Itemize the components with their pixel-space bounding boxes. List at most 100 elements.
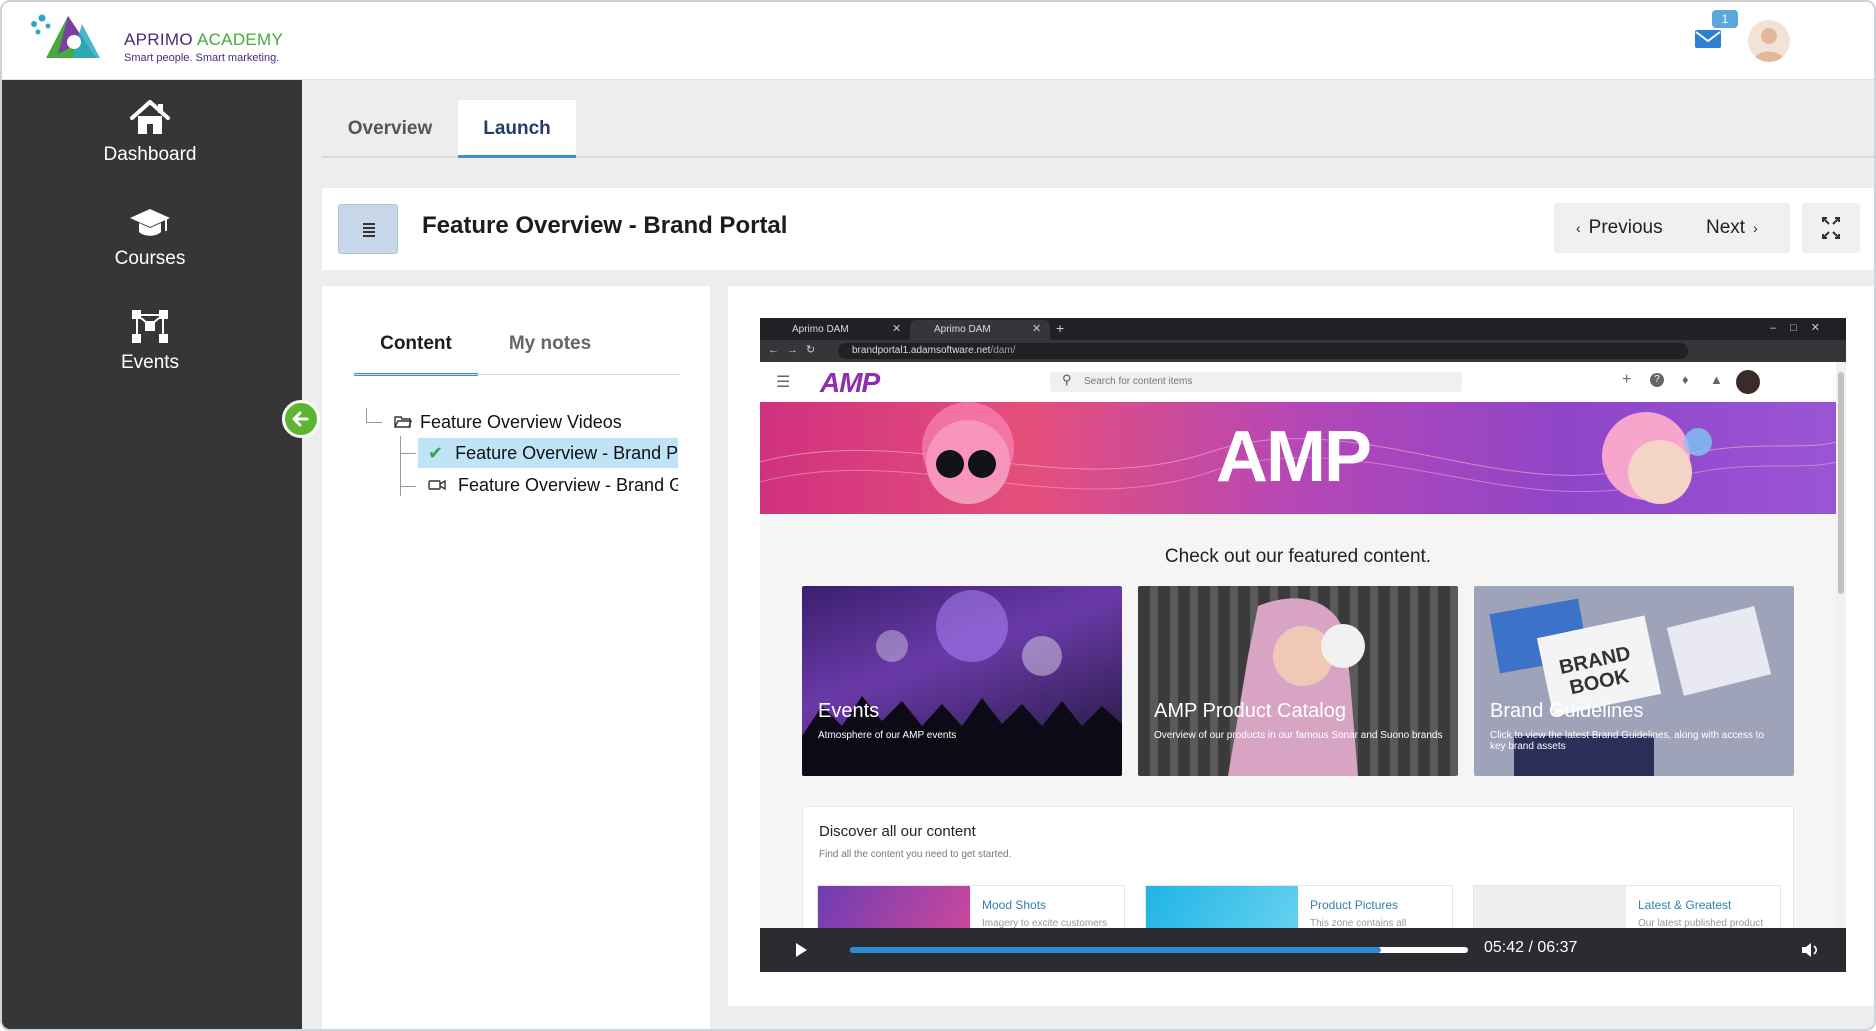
content-tree: Feature Overview Videos ✔ Feature Overvie… [322, 286, 710, 586]
video-page-scrollbar [1836, 362, 1846, 928]
tab-overview[interactable]: Overview [322, 100, 458, 158]
browser-nav-icon: ←→↻ [768, 344, 824, 356]
help-icon: ? [1650, 373, 1664, 387]
chevron-right-icon: › [1753, 220, 1758, 236]
tree-connector [400, 453, 416, 454]
scroll-thumb [1838, 372, 1844, 594]
notification-badge: 1 [1712, 10, 1738, 28]
tree-folder[interactable]: Feature Overview Videos [394, 412, 622, 433]
discover-subtitle: Find all the content you need to get sta… [819, 849, 1012, 860]
search-icon: ⚲ [1062, 372, 1072, 387]
discover-section: Discover all our content Find all the co… [802, 806, 1794, 947]
hamburger-icon: ☰ [776, 374, 791, 391]
pager: ‹ Previous Next › [1554, 203, 1790, 253]
next-label: Next [1706, 217, 1746, 238]
profile-avatar-icon [1736, 370, 1760, 394]
tree-folder-label: Feature Overview Videos [420, 412, 622, 432]
fullscreen-button[interactable] [1802, 203, 1860, 253]
tree-item[interactable]: Feature Overview - Brand Guidelines [428, 475, 678, 496]
tree-connector [366, 422, 382, 423]
user-avatar-icon [1753, 28, 1785, 62]
url-path: /dam/ [990, 345, 1016, 356]
content-panel: Content My notes Feature Overview Videos… [322, 286, 710, 1029]
amp-hero-banner: AMP [760, 402, 1836, 514]
logo-title: APRIMO ACADEMY [124, 30, 284, 49]
url-host: brandportal1.adamsoftware.net [852, 345, 991, 356]
tree-item-label: Feature Overview - Brand Guidelines [458, 475, 678, 495]
video-panel: Aprimo DAM Aprimo DAM ✕ ✕ + –□✕ ←→↻ bran… [728, 286, 1874, 1006]
tile-title: Latest & Greatest [1638, 898, 1732, 912]
url-field: brandportal1.adamsoftware.net/dam/ [838, 343, 1688, 359]
sidebar: Dashboard Courses Events [2, 80, 302, 1029]
card-description: Overview of our products in our famous S… [1154, 730, 1443, 741]
toc-toggle-button[interactable] [338, 204, 398, 254]
player-controls: 05:42 / 06:37 [760, 928, 1846, 972]
envelope-icon[interactable] [1694, 28, 1722, 50]
close-icon: ✕ [892, 323, 902, 335]
plus-icon: + [1056, 320, 1065, 336]
expand-icon [1822, 217, 1840, 239]
folder-open-icon [394, 416, 412, 428]
tile-title: Mood Shots [982, 898, 1047, 912]
user-avatar[interactable] [1748, 20, 1790, 62]
play-icon[interactable] [794, 942, 808, 958]
home-icon [130, 100, 170, 134]
tree-connector [400, 486, 416, 487]
window-controls-icon: –□✕ [1770, 322, 1834, 334]
bell-icon: ♦ [1682, 372, 1689, 387]
banner-logo: AMP [1216, 417, 1372, 497]
next-button[interactable]: Next › [1706, 203, 1758, 253]
featured-card-brand-guidelines: BRAND BOOK Brand Guidelines Click to vie… [1474, 586, 1794, 776]
arrow-left-icon [292, 411, 309, 427]
tree-connector [400, 436, 401, 496]
sidebar-item-label: Courses [114, 248, 186, 269]
plus-icon: + [1622, 371, 1632, 388]
browser-tab-strip: Aprimo DAM Aprimo DAM ✕ ✕ + –□✕ [760, 318, 1846, 340]
previous-label: Previous [1588, 217, 1663, 238]
check-icon: ✔ [428, 443, 444, 463]
sidebar-item-dashboard[interactable]: Dashboard [2, 98, 298, 166]
tab-launch[interactable]: Launch [458, 100, 576, 158]
card-description: Atmosphere of our AMP events [818, 730, 957, 741]
top-bar: APRIMO ACADEMY Smart people. Smart marke… [2, 2, 1874, 80]
card-description: Click to view the latest Brand Guideline… [1490, 730, 1765, 752]
sidebar-item-label: Dashboard [103, 144, 197, 165]
woman-headphones-image [1228, 598, 1365, 776]
featured-card-product-catalog: AMP Product Catalog Overview of our prod… [1138, 586, 1458, 776]
discover-title: Discover all our content [819, 823, 976, 840]
tree-item-selected[interactable]: ✔ Feature Overview - Brand Portal [428, 443, 678, 464]
time-display: 05:42 / 06:37 [1484, 939, 1578, 956]
video-player[interactable]: Aprimo DAM Aprimo DAM ✕ ✕ + –□✕ ←→↻ bran… [760, 318, 1846, 972]
basket-icon: ▲ [1710, 372, 1723, 387]
tree-connector [366, 408, 367, 422]
sidebar-item-courses[interactable]: Courses [2, 202, 298, 270]
concert-crowd-image [802, 590, 1122, 776]
list-icon [363, 223, 375, 237]
previous-button[interactable]: ‹ Previous [1576, 203, 1663, 253]
sidebar-collapse-button[interactable] [282, 400, 320, 438]
featured-heading: Check out our featured content. [1164, 546, 1432, 567]
volume-icon[interactable] [1800, 941, 1820, 959]
network-icon [132, 310, 168, 343]
amp-search-field: Search for content items [1050, 372, 1462, 392]
page-title: Feature Overview - Brand Portal [422, 212, 788, 239]
graduation-cap-icon [130, 209, 170, 236]
amp-header: ☰ AMP Search for content items ⚲ + ? ♦ ▲ [760, 362, 1836, 402]
chevron-left-icon: ‹ [1576, 220, 1581, 236]
app-window: APRIMO ACADEMY Smart people. Smart marke… [0, 0, 1876, 1031]
browser-tab: Aprimo DAM [792, 324, 849, 335]
featured-card-events: Events Atmosphere of our AMP events [802, 586, 1122, 776]
close-icon: ✕ [1032, 323, 1042, 335]
sidebar-item-events[interactable]: Events [2, 306, 298, 374]
aprimo-academy-logo[interactable]: APRIMO ACADEMY Smart people. Smart marke… [28, 10, 283, 70]
video-camera-icon [428, 479, 446, 491]
logo-tagline: Smart people. Smart marketing. [124, 52, 280, 64]
progress-bar[interactable] [850, 947, 1468, 953]
card-title: AMP Product Catalog [1154, 700, 1346, 722]
progress-fill [850, 947, 1382, 953]
browser-address-bar: ←→↻ brandportal1.adamsoftware.net/dam/ [760, 340, 1846, 362]
card-title: Events [818, 700, 880, 722]
browser-tab: Aprimo DAM [910, 320, 1050, 340]
logo-mark-icon [31, 14, 100, 58]
lesson-header: Feature Overview - Brand Portal ‹ Previou… [322, 188, 1874, 270]
